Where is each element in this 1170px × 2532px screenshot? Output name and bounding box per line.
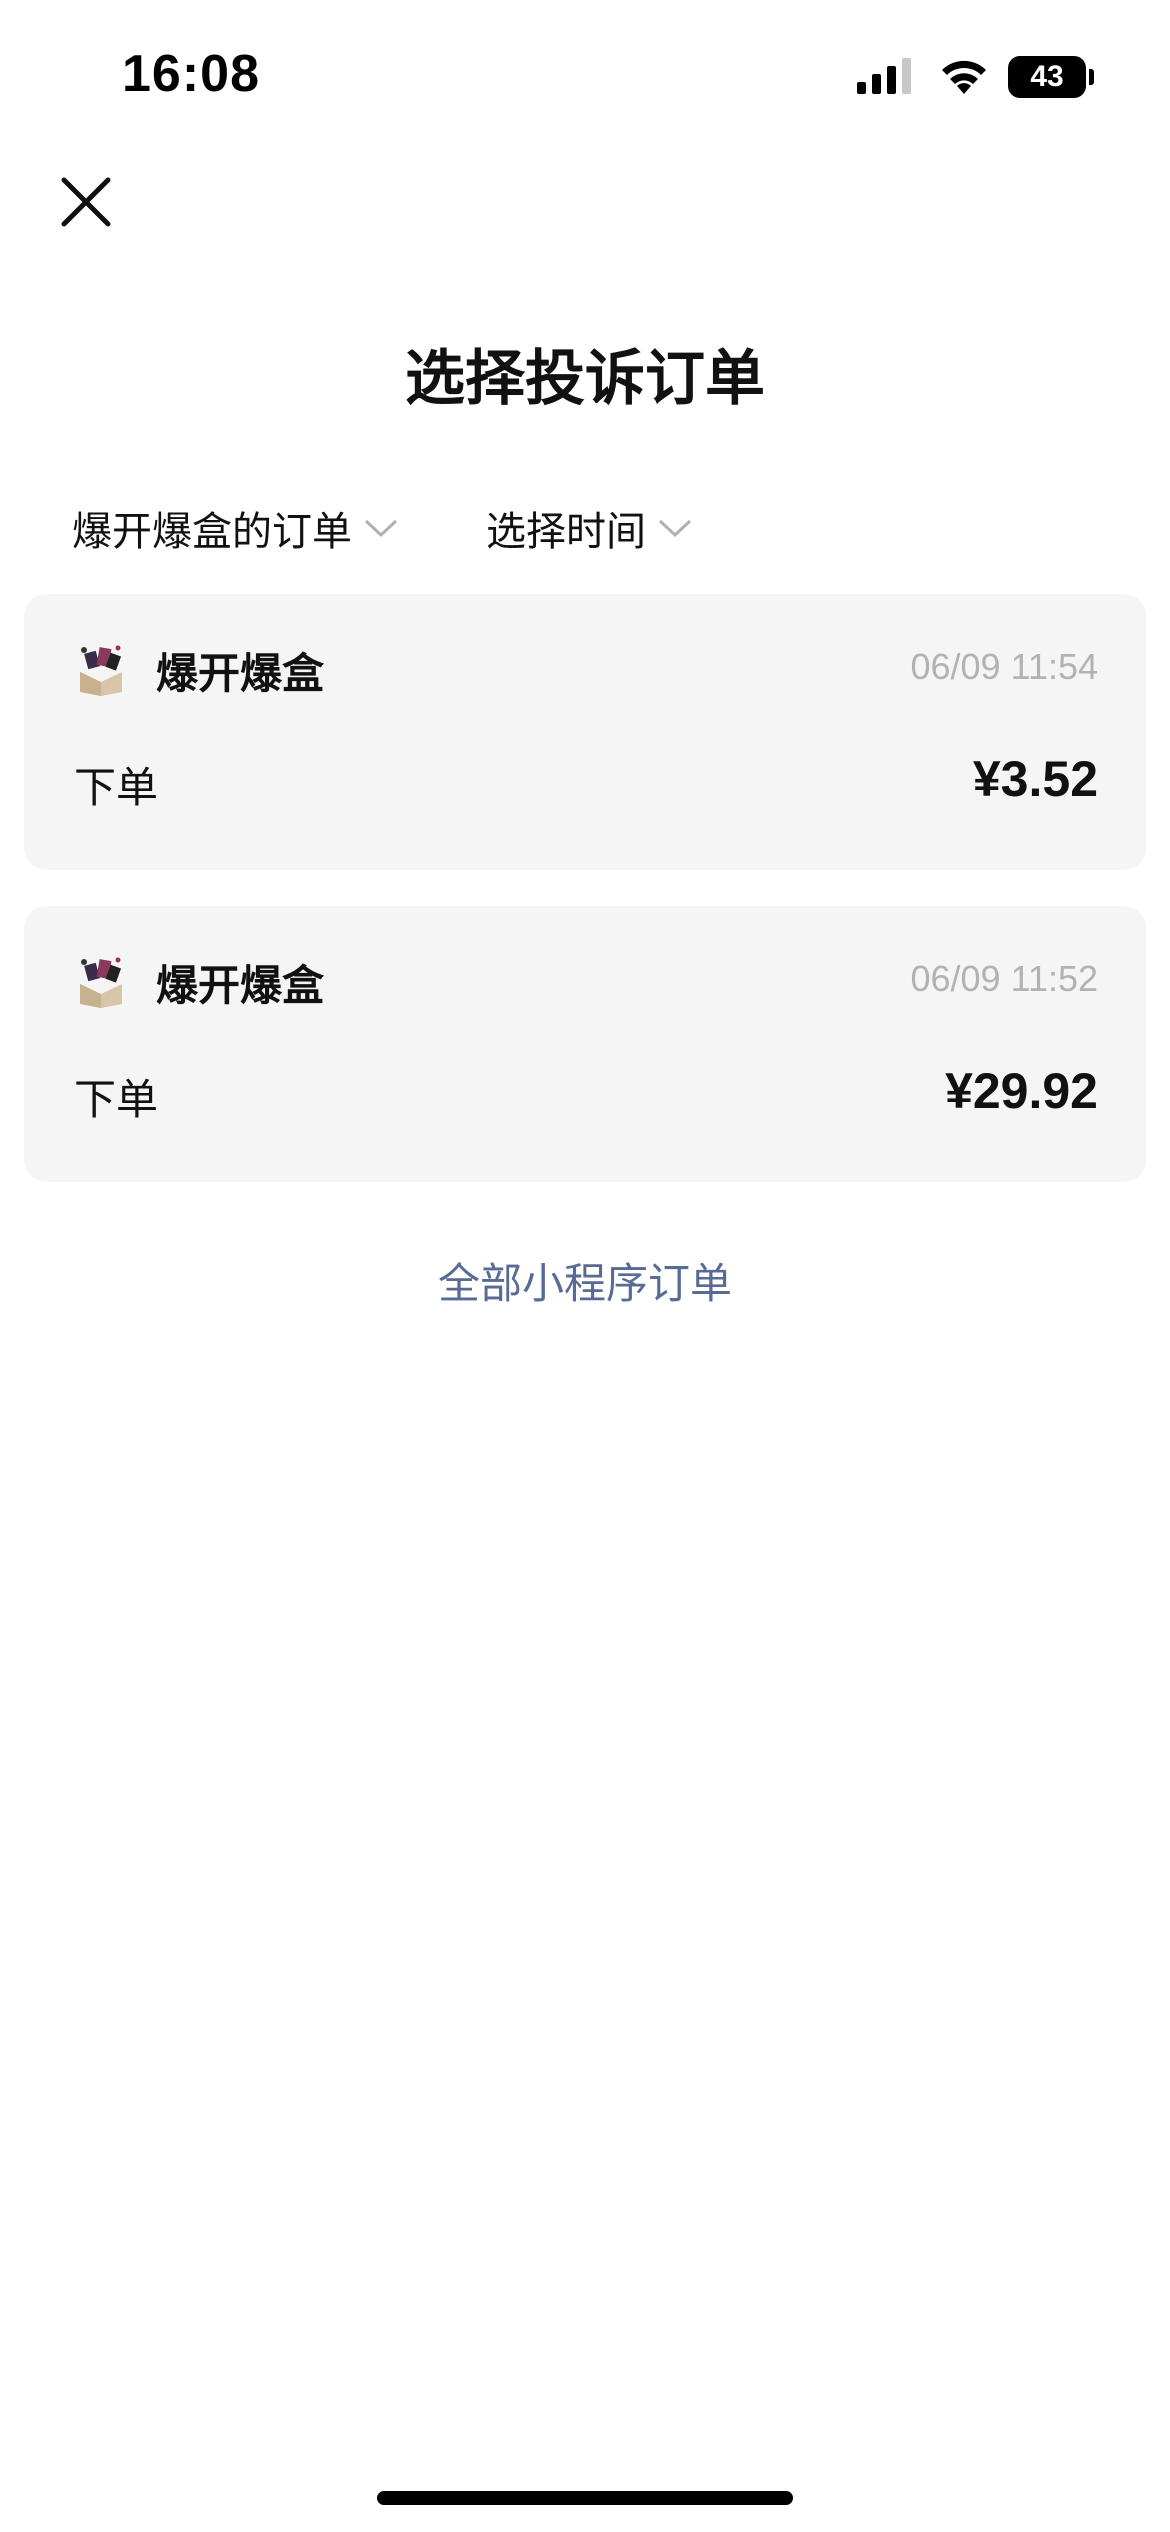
order-card[interactable]: 爆开爆盒 06/09 11:52 下单 ¥29.92 (24, 906, 1146, 1182)
battery-icon: 43 (1008, 56, 1094, 98)
app-name: 爆开爆盒 (156, 961, 325, 1010)
order-amount: ¥3.52 (972, 751, 1098, 807)
app-avatar-icon (80, 957, 122, 1008)
order-card[interactable]: 爆开爆盒 06/09 11:54 下单 ¥3.52 (24, 594, 1146, 870)
battery-nub (1089, 69, 1094, 85)
order-amount: ¥29.92 (945, 1063, 1098, 1119)
order-time: 06/09 11:52 (910, 958, 1098, 999)
page: 16:08 43 选择投诉订单 爆开爆盒的订单 选择时间 爆开爆盒 06/09 … (0, 0, 1170, 2532)
signal-icon (857, 58, 911, 94)
all-miniprogram-orders-link[interactable]: 全部小程序订单 (0, 1250, 1170, 1311)
miniprogram-filter[interactable]: 爆开爆盒的订单 (72, 498, 398, 558)
close-icon[interactable] (56, 172, 116, 232)
chevron-down-icon (364, 519, 398, 538)
status-time: 16:08 (122, 45, 260, 103)
time-filter[interactable]: 选择时间 (486, 498, 692, 558)
page-title: 选择投诉订单 (405, 344, 765, 414)
miniprogram-filter-label: 爆开爆盒的订单 (72, 509, 352, 555)
time-filter-label: 选择时间 (486, 509, 646, 555)
wifi-icon (942, 60, 986, 94)
app-name: 爆开爆盒 (156, 649, 325, 698)
chevron-down-icon (658, 519, 692, 538)
order-type: 下单 (74, 763, 159, 812)
order-time: 06/09 11:54 (910, 646, 1098, 687)
home-indicator[interactable] (377, 2491, 793, 2505)
app-avatar-icon (80, 645, 122, 696)
order-type: 下单 (74, 1075, 159, 1124)
battery-level: 43 (1008, 56, 1086, 98)
